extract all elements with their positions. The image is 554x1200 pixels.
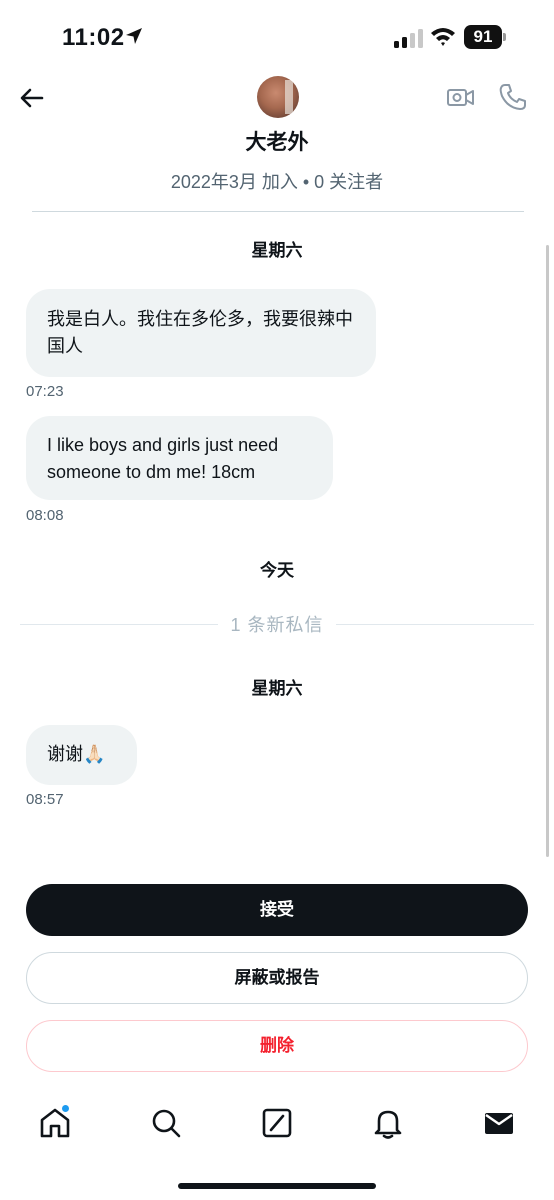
search-icon[interactable] [149, 1106, 183, 1140]
today-label: 今天 [260, 561, 294, 580]
status-time: 11:02 [62, 24, 125, 51]
battery-icon: 91 [464, 25, 506, 49]
cellular-signal-icon [394, 29, 423, 48]
message-bubble[interactable]: 我是白人。我住在多伦多，我要很辣中国人 [26, 289, 376, 377]
home-indicator [178, 1183, 376, 1189]
avatar[interactable] [257, 76, 299, 118]
message-bubble[interactable]: I like boys and girls just need someone … [26, 416, 333, 500]
messages-icon[interactable] [482, 1106, 516, 1140]
back-arrow-icon[interactable] [18, 84, 46, 112]
message-time: 08:57 [26, 791, 64, 808]
block-or-report-button[interactable]: 屏蔽或报告 [26, 952, 528, 1004]
home-badge [61, 1104, 70, 1113]
message-text: 谢谢🙏🏻 [47, 744, 106, 764]
header-divider [32, 211, 524, 212]
accept-button[interactable]: 接受 [26, 884, 528, 936]
battery-level: 91 [464, 25, 502, 49]
message-bubble[interactable]: 谢谢🙏🏻 [26, 725, 137, 785]
message-time: 07:23 [26, 383, 64, 400]
contact-meta: 2022年3月 加入 • 0 关注者 [170, 172, 384, 192]
delete-button[interactable]: 删除 [26, 1020, 528, 1072]
message-text: I like boys and girls just need someone … [47, 435, 279, 482]
day-label: 星期六 [251, 241, 303, 260]
day-label: 星期六 [251, 679, 303, 698]
video-call-icon[interactable] [446, 82, 476, 112]
contact-name: 大老外 [245, 131, 309, 154]
phone-call-icon[interactable] [498, 82, 528, 112]
notifications-icon[interactable] [371, 1106, 405, 1140]
wifi-icon [431, 28, 455, 46]
scrollbar[interactable] [546, 245, 549, 857]
message-time: 08:08 [26, 507, 64, 524]
new-message-label: 1 条新私信 [230, 615, 324, 635]
grok-icon[interactable] [260, 1106, 294, 1140]
status-bar: 11:02 91 [0, 0, 554, 76]
location-arrow-icon [126, 28, 142, 44]
message-text: 我是白人。我住在多伦多，我要很辣中国人 [47, 309, 353, 356]
